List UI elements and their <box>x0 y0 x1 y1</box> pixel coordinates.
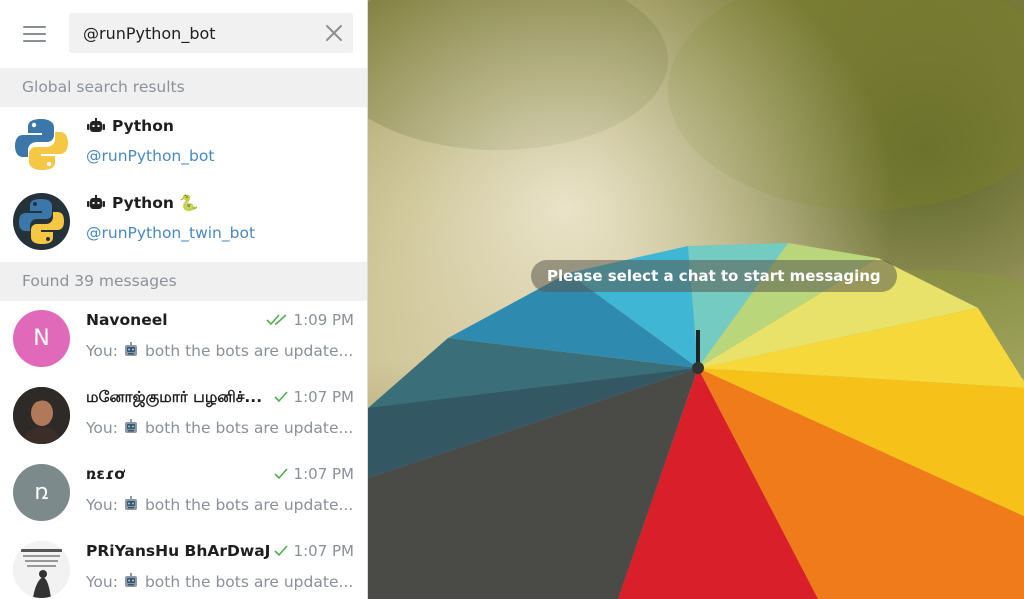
message-row[interactable]: ռ ռɛɾơ 1:07 PM You: both the bots are upd… <box>0 455 367 532</box>
section-header-messages: Found 39 messages <box>0 262 367 301</box>
snake-emoji: 🐍 <box>179 194 199 212</box>
message-prefix: You: <box>86 496 118 514</box>
chat-name: Navoneel <box>86 311 168 329</box>
message-preview: both the bots are update... <box>144 496 354 514</box>
result-handle: @runPython_twin_bot <box>86 224 256 242</box>
message-time: 1:09 PM <box>293 311 354 329</box>
message-preview: both the bots are update... <box>144 573 354 591</box>
avatar: ռ <box>13 464 70 521</box>
message-row[interactable]: N Navoneel 1:09 PM You: both the bots are… <box>0 301 367 378</box>
chat-name: ռɛɾơ <box>86 465 125 483</box>
message-preview: both the bots are update... <box>144 419 354 437</box>
close-icon[interactable] <box>323 22 345 44</box>
section-header-global: Global search results <box>0 68 367 107</box>
search-bar <box>0 0 367 66</box>
select-chat-hint: Please select a chat to start messaging <box>531 260 897 292</box>
message-prefix: You: <box>86 573 118 591</box>
bot-icon <box>86 195 106 215</box>
double-check-icon <box>265 312 288 330</box>
chat-name: PRiYansHu BhArDwaJ <box>86 542 271 560</box>
message-time: 1:07 PM <box>293 465 354 483</box>
chat-pane: Please select a chat to start messaging <box>368 0 1024 599</box>
avatar <box>13 541 70 598</box>
search-input[interactable] <box>69 13 309 53</box>
message-row[interactable]: PRiYansHu BhArDwaJ 1:07 PM You: both the … <box>0 532 367 599</box>
avatar: N <box>13 310 70 367</box>
result-name: Python <box>112 194 174 212</box>
message-row[interactable]: மனோஜ்குமார் பழனிச்... 1:07 PM You: both t… <box>0 378 367 455</box>
robot-icon <box>122 418 140 440</box>
hamburger-menu-icon[interactable] <box>22 24 48 44</box>
check-icon <box>273 389 288 407</box>
sidebar: Global search results Python @runPython_… <box>0 0 368 599</box>
search-box <box>69 13 353 53</box>
message-time: 1:07 PM <box>293 542 354 560</box>
result-handle: @runPython_bot <box>86 147 215 165</box>
wallpaper-background <box>368 0 1024 599</box>
global-result-row[interactable]: Python 🐍 @runPython_twin_bot <box>0 184 367 261</box>
bot-icon <box>86 118 106 138</box>
python-logo-avatar <box>13 116 70 173</box>
check-icon <box>273 543 288 561</box>
robot-icon <box>122 495 140 517</box>
check-icon <box>273 466 288 484</box>
message-prefix: You: <box>86 342 118 360</box>
robot-icon <box>122 572 140 594</box>
message-preview: both the bots are update... <box>144 342 354 360</box>
chat-name: மனோஜ்குமார் பழனிச்... <box>86 388 263 406</box>
python-logo-avatar <box>13 193 70 250</box>
global-result-row[interactable]: Python @runPython_bot <box>0 107 367 184</box>
robot-icon <box>122 341 140 363</box>
result-name: Python <box>112 117 174 135</box>
avatar <box>13 387 70 444</box>
message-time: 1:07 PM <box>293 388 354 406</box>
message-prefix: You: <box>86 419 118 437</box>
